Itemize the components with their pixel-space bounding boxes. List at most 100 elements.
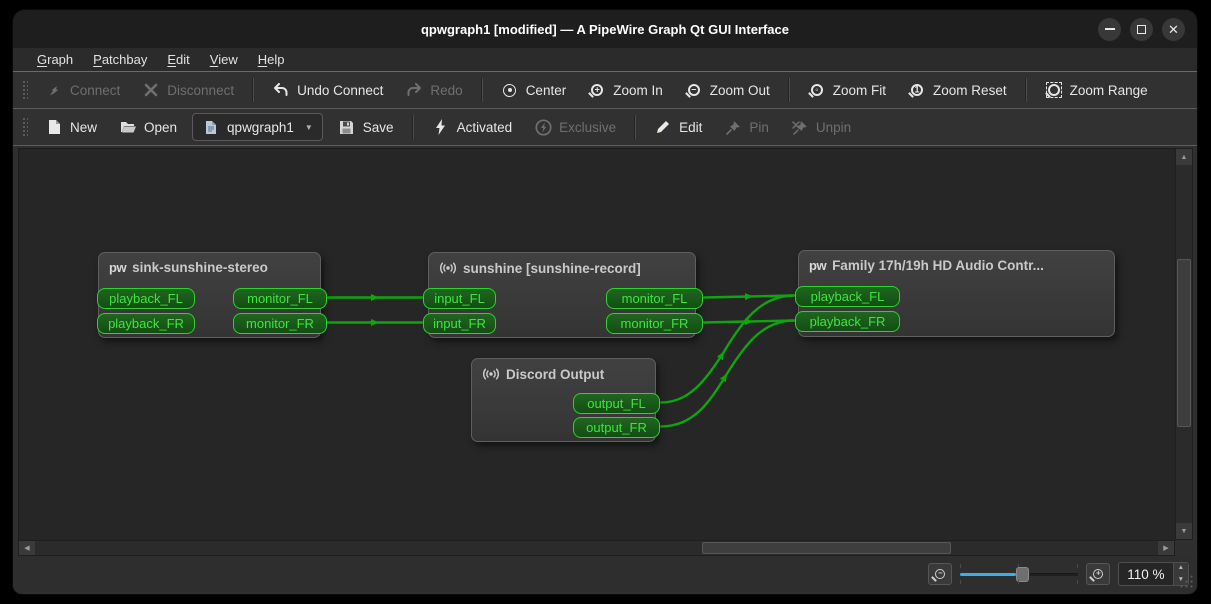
- graph-canvas[interactable]: pw sink-sunshine-stereo playback_FL play…: [18, 148, 1175, 540]
- spin-up-icon: ▲: [1174, 562, 1188, 574]
- unpin-icon: [791, 118, 809, 136]
- patchbay-select-dropdown[interactable]: qpwgraph1 ▼: [192, 113, 323, 141]
- port-playback_FR[interactable]: playback_FR: [97, 313, 195, 334]
- scroll-down-button[interactable]: ▼: [1176, 523, 1192, 539]
- toolbar-grip[interactable]: [21, 116, 28, 138]
- unpin-button[interactable]: Unpin: [780, 113, 862, 141]
- scroll-left-icon: ◀: [24, 544, 29, 552]
- node-discord-output[interactable]: Discord Output output_FL output_FR: [471, 358, 656, 442]
- pin-icon: [724, 118, 742, 136]
- zoom-in-button-statusbar[interactable]: +: [1086, 563, 1110, 585]
- toolbar-separator: [481, 78, 483, 102]
- port-monitor_FL[interactable]: monitor_FL: [606, 288, 703, 309]
- connect-icon: [45, 81, 63, 99]
- new-button[interactable]: New: [34, 113, 108, 141]
- status-bar: − + 110 % ▲ ▼: [13, 556, 1197, 592]
- vertical-scrollbar-thumb[interactable]: [1177, 259, 1191, 427]
- port-monitor_FR[interactable]: monitor_FR: [233, 313, 327, 334]
- horizontal-scrollbar[interactable]: ◀ ▶: [18, 540, 1175, 556]
- chevron-down-icon: ▼: [305, 123, 313, 132]
- port-input_FL[interactable]: input_FL: [423, 288, 496, 309]
- disconnect-button[interactable]: Disconnect: [131, 76, 245, 104]
- scroll-down-icon: ▼: [1181, 528, 1188, 535]
- scroll-up-icon: ▲: [1181, 154, 1188, 161]
- graph-view: pw sink-sunshine-stereo playback_FL play…: [13, 146, 1197, 556]
- toolbar-separator: [1025, 78, 1027, 102]
- close-icon: ✕: [1168, 23, 1179, 36]
- scroll-right-icon: ▶: [1163, 544, 1168, 552]
- save-button[interactable]: Save: [327, 113, 405, 141]
- port-output_FR[interactable]: output_FR: [573, 417, 660, 438]
- app-window: qpwgraph1 [modified] — A PipeWire Graph …: [13, 10, 1197, 594]
- activated-toggle[interactable]: Activated: [421, 113, 524, 141]
- activated-bolt-icon: [432, 118, 450, 136]
- zoom-range-button[interactable]: Zoom Range: [1034, 76, 1159, 104]
- zoom-in-icon: +: [588, 81, 606, 99]
- scroll-up-button[interactable]: ▲: [1176, 149, 1192, 165]
- scroll-right-button[interactable]: ▶: [1158, 541, 1174, 555]
- node-title: pw sink-sunshine-stereo: [99, 253, 320, 275]
- redo-icon: [405, 81, 423, 99]
- node-sink-sunshine-stereo[interactable]: pw sink-sunshine-stereo playback_FL play…: [98, 252, 321, 338]
- toolbar-separator: [252, 78, 254, 102]
- vertical-scrollbar[interactable]: ▲ ▼: [1175, 148, 1193, 540]
- zoom-out-button[interactable]: − Zoom Out: [674, 76, 781, 104]
- connections-layer: [19, 149, 1175, 540]
- toolbar-separator: [788, 78, 790, 102]
- connect-button[interactable]: Connect: [34, 76, 131, 104]
- undo-icon: [272, 81, 290, 99]
- redo-button[interactable]: Redo: [394, 76, 473, 104]
- zoom-fit-icon: ◦: [808, 81, 826, 99]
- toolbar-grip[interactable]: [21, 79, 28, 101]
- port-monitor_FL[interactable]: monitor_FL: [233, 288, 327, 309]
- audio-app-icon: [439, 260, 457, 276]
- zoom-reset-icon: 1: [908, 81, 926, 99]
- edit-button[interactable]: Edit: [643, 113, 713, 141]
- port-playback_FL[interactable]: playback_FL: [795, 286, 900, 307]
- scroll-left-button[interactable]: ◀: [19, 541, 35, 555]
- center-button[interactable]: Center: [490, 76, 578, 104]
- menu-bar: Graph Patchbay Edit View Help: [13, 48, 1197, 72]
- menu-graph[interactable]: Graph: [27, 48, 83, 71]
- zoom-fit-button[interactable]: ◦ Zoom Fit: [797, 76, 897, 104]
- node-title: pw Family 17h/19h HD Audio Contr...: [799, 251, 1114, 273]
- zoom-slider[interactable]: [960, 564, 1078, 584]
- patchbay-file-icon: [202, 118, 220, 136]
- menu-edit[interactable]: Edit: [157, 48, 199, 71]
- new-file-icon: [45, 118, 63, 136]
- minimize-button[interactable]: [1098, 18, 1121, 41]
- menu-patchbay[interactable]: Patchbay: [83, 48, 157, 71]
- disconnect-icon: [142, 81, 160, 99]
- node-family-hd-audio-controller[interactable]: pw Family 17h/19h HD Audio Contr... play…: [798, 250, 1115, 337]
- zoom-out-button-statusbar[interactable]: −: [928, 563, 952, 585]
- undo-connect-button[interactable]: Undo Connect: [261, 76, 394, 104]
- pin-button[interactable]: Pin: [713, 113, 780, 141]
- horizontal-scrollbar-thumb[interactable]: [702, 542, 951, 554]
- pipewire-icon: pw: [109, 260, 126, 275]
- node-title: Discord Output: [472, 359, 655, 382]
- open-button[interactable]: Open: [108, 113, 188, 141]
- graph-toolbar: Connect Disconnect Undo Connect Redo Cen…: [13, 72, 1197, 109]
- port-input_FR[interactable]: input_FR: [423, 313, 496, 334]
- zoom-out-icon: −: [935, 569, 945, 579]
- zoom-in-button[interactable]: + Zoom In: [577, 76, 674, 104]
- menu-help[interactable]: Help: [248, 48, 295, 71]
- zoom-out-icon: −: [685, 81, 703, 99]
- menu-view[interactable]: View: [200, 48, 248, 71]
- zoom-reset-button[interactable]: 1 Zoom Reset: [897, 76, 1018, 104]
- toolbar-separator: [412, 115, 414, 139]
- port-playback_FL[interactable]: playback_FL: [97, 288, 195, 309]
- edit-pencil-icon: [654, 118, 672, 136]
- port-output_FL[interactable]: output_FL: [573, 393, 660, 414]
- port-monitor_FR[interactable]: monitor_FR: [606, 313, 703, 334]
- node-sunshine[interactable]: sunshine [sunshine-record] input_FL inpu…: [428, 252, 696, 338]
- port-playback_FR[interactable]: playback_FR: [795, 311, 900, 332]
- zoom-percent-spinbox[interactable]: 110 % ▲ ▼: [1118, 562, 1189, 586]
- close-button[interactable]: ✕: [1162, 18, 1185, 41]
- exclusive-toggle[interactable]: Exclusive: [523, 113, 627, 141]
- maximize-icon: [1137, 25, 1146, 34]
- title-bar[interactable]: qpwgraph1 [modified] — A PipeWire Graph …: [13, 10, 1197, 48]
- patchbay-name: qpwgraph1: [227, 120, 294, 135]
- maximize-button[interactable]: [1130, 18, 1153, 41]
- open-folder-icon: [119, 118, 137, 136]
